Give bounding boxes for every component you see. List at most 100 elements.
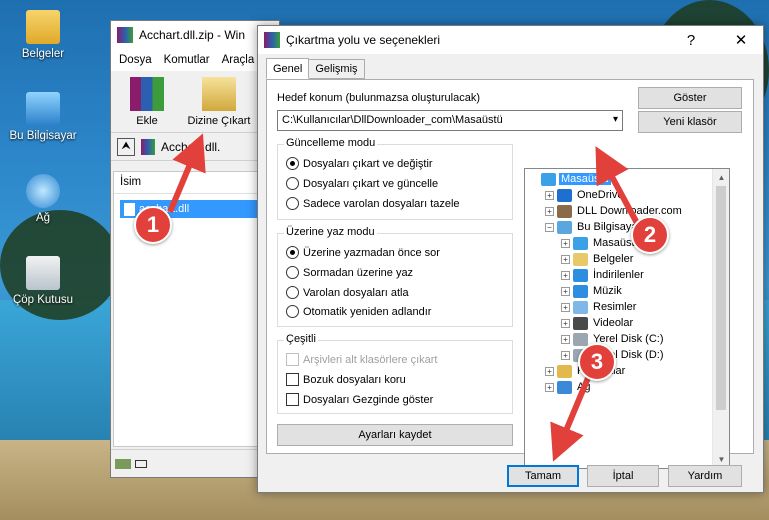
option-label: Üzerine yazmadan önce sor (303, 246, 440, 259)
new-folder-button[interactable]: Yeni klasör (638, 111, 742, 133)
dialog-title: Çıkartma yolu ve seçenekleri (286, 33, 441, 47)
option-label: Dosyaları çıkart ve değiştir (303, 157, 433, 170)
chevron-down-icon[interactable]: ▾ (613, 114, 618, 125)
overwrite-option-rename[interactable]: Otomatik yeniden adlandır (286, 305, 431, 318)
update-option-extract-update[interactable]: Dosyaları çıkart ve güncelle (286, 177, 438, 190)
menu-item-tools[interactable]: Araçla (222, 54, 255, 66)
scroll-up-icon[interactable]: ▲ (713, 169, 729, 186)
misc-option-show-in-explorer[interactable]: Dosyaları Gezginde göster (286, 393, 433, 406)
radio[interactable] (286, 177, 299, 190)
tree-node[interactable]: + İndirilenler (561, 267, 646, 283)
update-option-freshen[interactable]: Sadece varolan dosyaları tazele (286, 197, 460, 210)
up-folder-icon[interactable]: ⮝ (117, 137, 135, 156)
overwrite-option-ask[interactable]: Üzerine yazmadan önce sor (286, 246, 440, 259)
tab-advanced[interactable]: Gelişmiş (308, 59, 365, 79)
expand-icon[interactable]: + (561, 318, 570, 328)
expand-icon[interactable]: + (561, 350, 570, 360)
update-option-extract-replace[interactable]: Dosyaları çıkart ve değiştir (286, 157, 433, 170)
add-button[interactable]: Ekle (121, 77, 173, 127)
desktop-icon (541, 172, 556, 186)
destination-path-combo[interactable]: C:\Kullanıcılar\DllDownloader_com\Masaüs… (277, 110, 623, 131)
tree-node[interactable]: + OneDrive (545, 187, 625, 203)
computer-icon (26, 92, 60, 126)
overwrite-option-skip[interactable]: Varolan dosyaları atla (286, 286, 409, 299)
dialog-titlebar[interactable]: Çıkartma yolu ve seçenekleri ? ✕ (258, 26, 763, 54)
desktop-icon-label: Ağ (35, 212, 51, 224)
checkbox[interactable] (286, 373, 299, 386)
tree-scrollbar[interactable]: ▲ ▼ (712, 169, 729, 468)
tree-node[interactable]: + Ağ (545, 379, 592, 395)
expand-icon[interactable]: + (545, 190, 554, 200)
update-mode-group: Güncelleme modu Dosyaları çıkart ve deği… (277, 137, 513, 220)
winrar-path: Acchart.dll. (161, 139, 221, 154)
network-icon (26, 174, 60, 208)
collapse-icon[interactable]: − (545, 222, 554, 232)
radio[interactable] (286, 286, 299, 299)
documents-icon (573, 252, 588, 266)
tree-node[interactable]: Masaüstü (529, 171, 611, 187)
radio[interactable] (286, 266, 299, 279)
tree-node-label: OneDrive (577, 189, 624, 201)
expand-icon[interactable]: + (545, 206, 554, 216)
tree-node[interactable]: − Bu Bilgisayar (545, 219, 643, 235)
overwrite-mode-group: Üzerine yaz modu Üzerine yazmadan önce s… (277, 226, 513, 327)
drive-icon (573, 332, 588, 346)
scroll-thumb[interactable] (716, 186, 726, 410)
column-header-name[interactable]: İsim (114, 172, 278, 194)
expand-icon[interactable]: + (561, 238, 570, 248)
tab-general[interactable]: Genel (266, 58, 310, 79)
expand-icon[interactable]: + (561, 334, 570, 344)
desktop-icon-network[interactable]: Ağ (8, 174, 78, 224)
misc-option-keep-broken[interactable]: Bozuk dosyaları koru (286, 373, 406, 386)
radio[interactable] (286, 197, 299, 210)
desktop-icon-label: Bu Bilgisayar (9, 130, 77, 142)
desktop-icon-recycle-bin[interactable]: Çöp Kutusu (8, 256, 78, 306)
menu-item-commands[interactable]: Komutlar (164, 54, 210, 66)
misc-option-subfolders: Arşivleri alt klasörlere çıkart (286, 353, 437, 366)
option-label: Arşivleri alt klasörlere çıkart (303, 353, 438, 366)
expand-icon[interactable]: + (561, 254, 570, 264)
option-label: Otomatik yeniden adlandır (303, 305, 432, 318)
option-label: Sormadan üzerine yaz (303, 266, 414, 279)
tree-node[interactable]: + Resimler (561, 299, 638, 315)
desktop-icon (573, 236, 588, 250)
archive-icon (141, 138, 155, 155)
tree-node[interactable]: + Yerel Disk (C:) (561, 331, 666, 347)
overwrite-option-without-prompt[interactable]: Sormadan üzerine yaz (286, 266, 413, 279)
annotation-marker-2: 2 (631, 216, 669, 254)
winrar-titlebar[interactable]: Acchart.dll.zip - Win (111, 21, 279, 49)
menu-item-file[interactable]: Dosya (119, 54, 152, 66)
dialog-tabs: Genel Gelişmiş (266, 58, 365, 79)
tree-node[interactable]: + Müzik (561, 283, 624, 299)
winrar-toolbar: Ekle Dizine Çıkart (111, 71, 279, 133)
checkbox[interactable] (286, 393, 299, 406)
computer-icon (557, 220, 572, 234)
expand-icon[interactable]: + (561, 286, 570, 296)
ok-button[interactable]: Tamam (507, 465, 579, 487)
save-settings-button[interactable]: Ayarları kaydet (277, 424, 513, 446)
expand-icon[interactable]: + (561, 270, 570, 280)
tree-node[interactable]: + DLL Downloader.com (545, 203, 684, 219)
extract-to-button[interactable]: Dizine Çıkart (183, 77, 255, 127)
expand-icon[interactable]: + (545, 366, 554, 376)
folder-tree[interactable]: ▲ ▼ Masaüstü + OneDrive + DLL Downloader.com… (524, 168, 730, 469)
expand-icon[interactable]: + (545, 382, 554, 392)
winrar-app-icon (117, 27, 133, 43)
radio-selected[interactable] (286, 157, 299, 170)
help-icon[interactable]: ? (669, 26, 713, 54)
cancel-button[interactable]: İptal (587, 465, 659, 487)
desktop-icon-documents[interactable]: Belgeler (8, 10, 78, 60)
desktop-icon-this-pc[interactable]: Bu Bilgisayar (8, 92, 78, 142)
close-icon[interactable]: ✕ (719, 26, 763, 54)
help-button[interactable]: Yardım (668, 465, 742, 487)
tree-node[interactable]: + Videolar (561, 315, 635, 331)
show-button[interactable]: Göster (638, 87, 742, 109)
tree-node[interactable]: + Belgeler (561, 251, 635, 267)
radio-selected[interactable] (286, 246, 299, 259)
radio[interactable] (286, 305, 299, 318)
archive-add-icon (130, 77, 164, 111)
misc-title: Çeşitli (284, 333, 318, 345)
tree-node-label: Videolar (593, 317, 634, 329)
winrar-window: Acchart.dll.zip - Win Dosya Komutlar Ara… (110, 20, 280, 478)
expand-icon[interactable]: + (561, 302, 570, 312)
